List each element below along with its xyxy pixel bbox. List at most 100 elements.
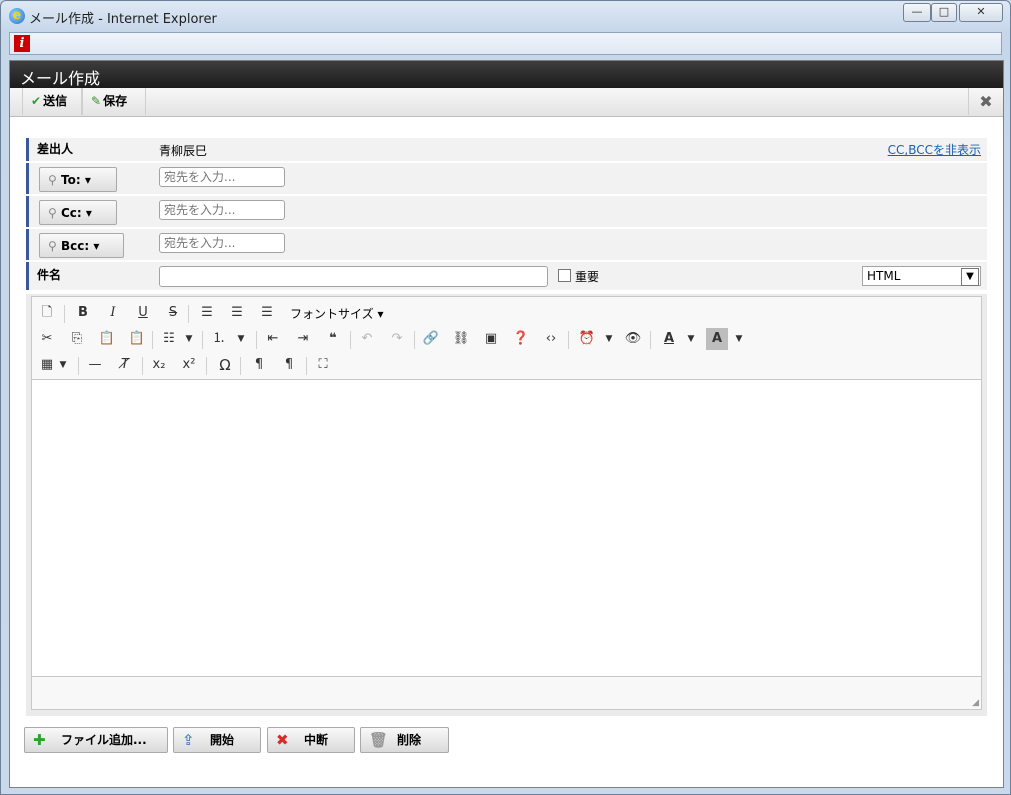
numbered-list-icon[interactable]: ⒈ [208, 328, 230, 350]
separator [142, 357, 143, 375]
cc-button-label: Cc: [60, 206, 82, 220]
bcc-input-field[interactable] [160, 234, 284, 252]
separator [202, 331, 203, 349]
bcc-row: ⚲ Bcc: ▾ [26, 229, 987, 260]
resize-handle-icon[interactable]: ◢ [972, 698, 979, 708]
fullscreen-icon[interactable]: ⛶ [312, 354, 334, 376]
close-window-button[interactable]: ✕ [959, 3, 1003, 22]
close-panel-button[interactable]: ✖ [968, 88, 1003, 115]
indent-icon[interactable]: ⇥ [292, 328, 314, 350]
to-label-cell: ⚲ To: ▾ [26, 163, 148, 194]
clear-format-icon[interactable]: T̸ [114, 354, 136, 376]
superscript-icon[interactable]: x² [178, 354, 200, 376]
stop-label: 中断 [304, 733, 329, 747]
chevron-down-icon[interactable]: ▼ [230, 328, 252, 350]
to-row: ⚲ To: ▾ [26, 163, 987, 194]
format-select[interactable]: HTML ▼ [862, 266, 981, 286]
toggle-cc-bcc-link[interactable]: CC,BCCを非表示 [888, 141, 981, 158]
subscript-icon[interactable]: x₂ [148, 354, 170, 376]
ie-logo-icon: e [9, 8, 25, 24]
delete-file-button[interactable]: 🗑 削除 [360, 727, 449, 753]
maximize-button[interactable]: □ [931, 3, 957, 22]
undo-icon[interactable]: ↶ [356, 328, 378, 350]
chevron-down-icon[interactable]: ▼ [598, 328, 620, 350]
bcc-picker-button[interactable]: ⚲ Bcc: ▾ [39, 233, 124, 258]
bold-icon[interactable]: B [72, 302, 94, 324]
rtl-paragraph-icon[interactable]: ¶ [278, 354, 300, 376]
check-circle-icon: ✔ [31, 94, 42, 108]
horizontal-rule-icon[interactable]: — [84, 354, 106, 376]
plus-icon: ✚ [33, 731, 46, 749]
minimize-button[interactable]: — [903, 3, 931, 22]
start-upload-button[interactable]: ⇪ 開始 [173, 727, 261, 753]
bcc-input[interactable] [159, 233, 285, 253]
special-character-icon[interactable]: Ω [214, 354, 236, 376]
unlink-icon[interactable]: ⛓ [450, 328, 472, 350]
stop-upload-button[interactable]: ✖ 中断 [267, 727, 355, 753]
paste-icon[interactable]: 📋 [96, 328, 118, 350]
cut-icon[interactable]: ✂ [36, 328, 58, 350]
outdent-icon[interactable]: ⇤ [262, 328, 284, 350]
separator [152, 331, 153, 349]
code-icon[interactable]: ‹› [540, 328, 562, 350]
image-icon[interactable]: ▣ [480, 328, 502, 350]
add-file-button[interactable]: ✚ ファイル追加... [24, 727, 168, 753]
bcc-button-label: Bcc: [60, 239, 90, 253]
bullet-list-icon[interactable]: ☷ [158, 328, 180, 350]
align-center-icon[interactable]: ☰ [226, 302, 248, 324]
cc-picker-button[interactable]: ⚲ Cc: ▾ [39, 200, 117, 225]
new-document-icon[interactable]: 🗋 [36, 302, 58, 324]
underline-icon[interactable]: U [132, 302, 154, 324]
strikethrough-icon[interactable]: S [162, 302, 184, 324]
to-picker-button[interactable]: ⚲ To: ▾ [39, 167, 117, 192]
upload-icon: ⇪ [182, 731, 195, 749]
separator [64, 305, 65, 323]
link-icon[interactable]: 🔗 [420, 328, 442, 350]
help-icon[interactable]: ❓ [510, 328, 532, 350]
add-file-label: ファイル追加... [61, 733, 147, 747]
text-color-icon[interactable]: A [658, 328, 680, 350]
font-size-dropdown[interactable]: フォントサイズ ▾ [290, 305, 384, 322]
subject-input-field[interactable] [160, 267, 547, 286]
save-button[interactable]: ✎ 保存 [82, 88, 146, 115]
separator [188, 305, 189, 323]
preview-icon[interactable]: 👁 [622, 328, 644, 350]
action-toolbar: ✔ 送信 ✎ 保存 ✖ [10, 88, 1003, 117]
send-button[interactable]: ✔ 送信 [22, 88, 82, 115]
cc-input-field[interactable] [160, 201, 284, 219]
align-right-icon[interactable]: ☰ [256, 302, 278, 324]
browser-window: e メール作成 - Internet Explorer — □ ✕ i メール作… [0, 0, 1011, 795]
ltr-paragraph-icon[interactable]: ¶ [248, 354, 270, 376]
subject-row: 件名 重要 HTML ▼ [26, 262, 987, 290]
paste-text-icon[interactable]: 📋 [126, 328, 148, 350]
align-left-icon[interactable]: ☰ [196, 302, 218, 324]
chevron-down-icon[interactable]: ▼ [728, 328, 750, 350]
italic-icon[interactable]: I [102, 302, 124, 324]
to-input[interactable] [159, 167, 285, 187]
clock-icon[interactable]: ⏰ [576, 328, 598, 350]
separator [206, 357, 207, 375]
chevron-down-icon[interactable]: ▼ [680, 328, 702, 350]
background-color-icon[interactable]: A [706, 328, 728, 350]
title-bar: e メール作成 - Internet Explorer — □ ✕ [1, 1, 1010, 31]
chevron-down-icon: ▾ [85, 206, 92, 220]
search-icon: ⚲ [48, 206, 57, 220]
chevron-down-icon[interactable]: ▼ [178, 328, 200, 350]
bcc-label-cell: ⚲ Bcc: ▾ [26, 229, 148, 260]
search-icon: ⚲ [48, 173, 57, 187]
blockquote-icon[interactable]: ❝ [322, 328, 344, 350]
editor-content-area[interactable] [32, 379, 981, 677]
redo-icon[interactable]: ↷ [386, 328, 408, 350]
editor-wrapper: 🗋 B I U S ☰ ☰ ☰ フォントサイズ ▾ ✂ ⎘ 📋 📋 ☷ ▼ ⒈ … [26, 294, 987, 716]
chevron-down-icon[interactable]: ▼ [52, 354, 74, 376]
editor-toolbar-row-3: ▦ ▼ — T̸ x₂ x² Ω ¶ ¶ ⛶ [32, 354, 981, 378]
separator [240, 357, 241, 375]
separator [78, 357, 79, 375]
chevron-down-icon: ▾ [377, 307, 384, 321]
copy-icon[interactable]: ⎘ [66, 328, 88, 350]
important-checkbox[interactable] [558, 269, 571, 282]
cc-input[interactable] [159, 200, 285, 220]
subject-input[interactable] [159, 266, 548, 287]
cc-row: ⚲ Cc: ▾ [26, 196, 987, 227]
to-input-field[interactable] [160, 168, 284, 186]
